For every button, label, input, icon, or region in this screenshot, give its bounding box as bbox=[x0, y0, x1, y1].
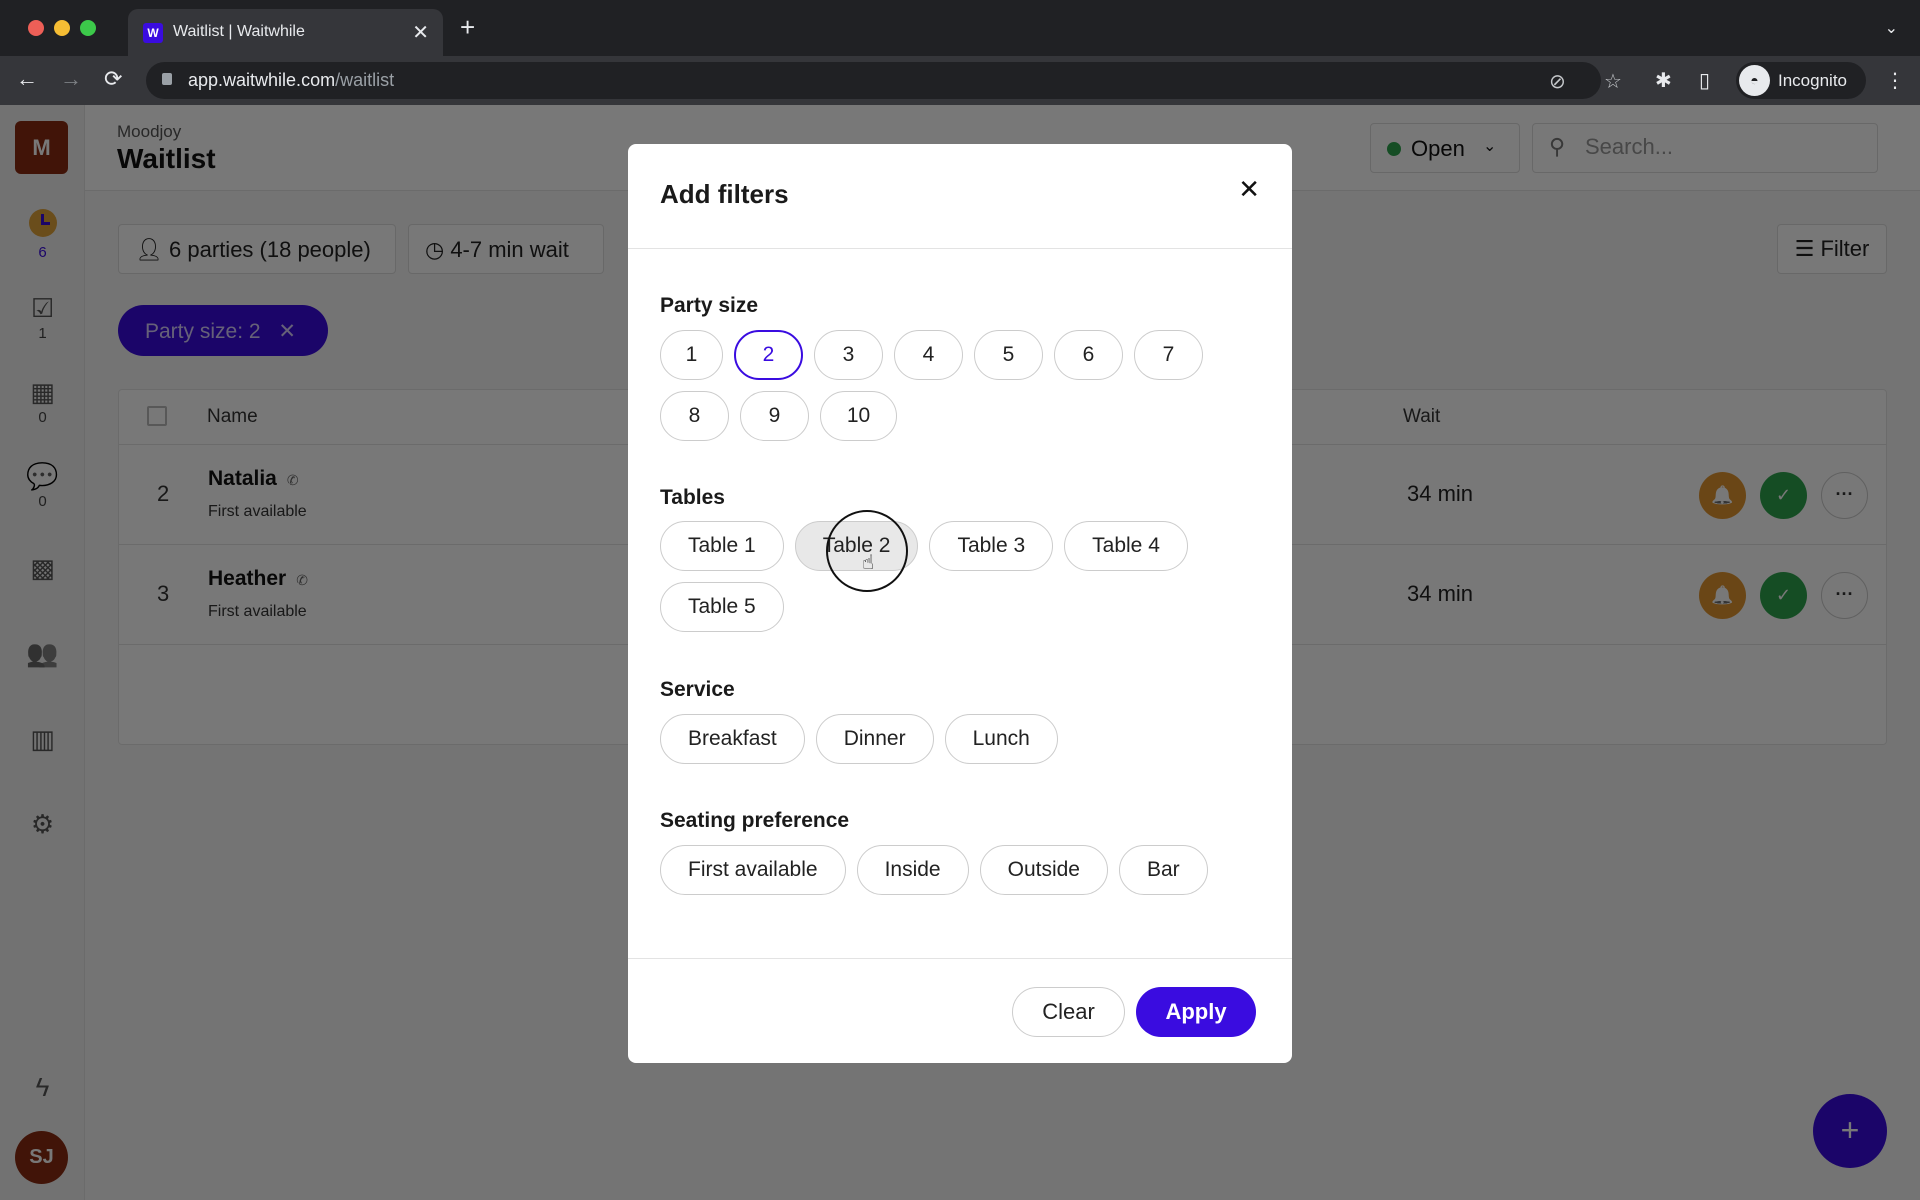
seating-preference-label: Seating preference bbox=[660, 809, 850, 832]
browser-tab-strip: W Waitlist | Waitwhile ✕ + ⌄ bbox=[0, 0, 1920, 56]
table-option-4[interactable]: Table 4 bbox=[1064, 521, 1188, 571]
window-zoom-button[interactable] bbox=[80, 20, 96, 36]
clear-button[interactable]: Clear bbox=[1012, 987, 1125, 1037]
url-domain: app.waitwhile.com bbox=[188, 70, 336, 90]
side-panel-icon[interactable]: ▯ bbox=[1699, 68, 1710, 93]
tab-title: Waitlist | Waitwhile bbox=[173, 23, 305, 40]
tab-search-chevron-icon[interactable]: ⌄ bbox=[1885, 18, 1898, 38]
service-options: Breakfast Dinner Lunch bbox=[660, 714, 1270, 764]
seating-option-inside[interactable]: Inside bbox=[856, 845, 969, 895]
bookmark-star-icon[interactable]: ☆ bbox=[1604, 69, 1622, 94]
service-option-lunch[interactable]: Lunch bbox=[944, 714, 1058, 764]
back-button[interactable]: ← bbox=[16, 66, 38, 92]
window-close-button[interactable] bbox=[28, 20, 44, 36]
party-size-option-1[interactable]: 1 bbox=[660, 330, 723, 380]
address-bar[interactable]: app.waitwhile.com/waitlist ⊘ ☆ bbox=[146, 62, 1622, 99]
browser-menu-icon[interactable]: ⋮ bbox=[1885, 68, 1905, 93]
incognito-profile-button[interactable]: ◓ Incognito bbox=[1736, 62, 1866, 99]
seating-preference-options: First available Inside Outside Bar bbox=[660, 845, 1270, 895]
new-tab-button[interactable]: + bbox=[460, 14, 475, 40]
service-option-dinner[interactable]: Dinner bbox=[815, 714, 934, 764]
party-size-label: Party size bbox=[660, 294, 759, 317]
party-size-option-6[interactable]: 6 bbox=[1054, 330, 1123, 380]
lock-icon bbox=[162, 73, 172, 85]
tables-options: Table 1 Table 2 Table 3 Table 4 Table 5 bbox=[660, 521, 1270, 632]
incognito-icon: ◓ bbox=[1739, 65, 1770, 96]
incognito-label: Incognito bbox=[1778, 71, 1847, 90]
browser-toolbar: ← → ⟳ app.waitwhile.com/waitlist ⊘ ☆ ✱ ▯… bbox=[0, 56, 1920, 105]
extensions-icon[interactable]: ✱ bbox=[1655, 68, 1672, 93]
party-size-option-10[interactable]: 10 bbox=[820, 391, 897, 441]
party-size-option-9[interactable]: 9 bbox=[740, 391, 809, 441]
table-option-3[interactable]: Table 3 bbox=[929, 521, 1054, 571]
table-option-5[interactable]: Table 5 bbox=[660, 582, 784, 632]
table-option-1[interactable]: Table 1 bbox=[660, 521, 784, 571]
apply-button[interactable]: Apply bbox=[1136, 987, 1256, 1037]
reload-button[interactable]: ⟳ bbox=[104, 66, 122, 92]
party-size-option-3[interactable]: 3 bbox=[814, 330, 883, 380]
modal-title: Add filters bbox=[660, 179, 789, 209]
close-tab-icon[interactable]: ✕ bbox=[412, 20, 429, 45]
party-size-option-7[interactable]: 7 bbox=[1134, 330, 1203, 380]
close-icon[interactable]: ✕ bbox=[1238, 174, 1260, 205]
url-text: app.waitwhile.com/waitlist bbox=[188, 70, 394, 91]
seating-option-outside[interactable]: Outside bbox=[979, 845, 1108, 895]
seating-option-first-available[interactable]: First available bbox=[660, 845, 846, 895]
forward-button[interactable]: → bbox=[60, 66, 82, 92]
modal-footer: Clear Apply bbox=[628, 958, 1292, 1063]
party-size-option-2[interactable]: 2 bbox=[734, 330, 803, 380]
waitwhile-favicon-icon: W bbox=[143, 23, 163, 43]
add-filters-modal: Add filters ✕ Party size 1 2 3 4 5 6 7 8… bbox=[628, 144, 1292, 1063]
service-option-breakfast[interactable]: Breakfast bbox=[660, 714, 805, 764]
tables-label: Tables bbox=[660, 486, 725, 509]
party-size-options: 1 2 3 4 5 6 7 8 9 10 bbox=[660, 330, 1270, 441]
window-minimize-button[interactable] bbox=[54, 20, 70, 36]
url-path: /waitlist bbox=[335, 70, 395, 90]
seating-option-bar[interactable]: Bar bbox=[1118, 845, 1208, 895]
party-size-option-8[interactable]: 8 bbox=[660, 391, 729, 441]
browser-tab[interactable]: W Waitlist | Waitwhile ✕ bbox=[128, 9, 443, 56]
table-option-2[interactable]: Table 2 bbox=[794, 521, 919, 571]
eye-off-icon[interactable]: ⊘ bbox=[1549, 69, 1566, 94]
service-label: Service bbox=[660, 678, 735, 701]
party-size-option-5[interactable]: 5 bbox=[974, 330, 1043, 380]
party-size-option-4[interactable]: 4 bbox=[894, 330, 963, 380]
modal-header: Add filters ✕ bbox=[628, 144, 1292, 249]
